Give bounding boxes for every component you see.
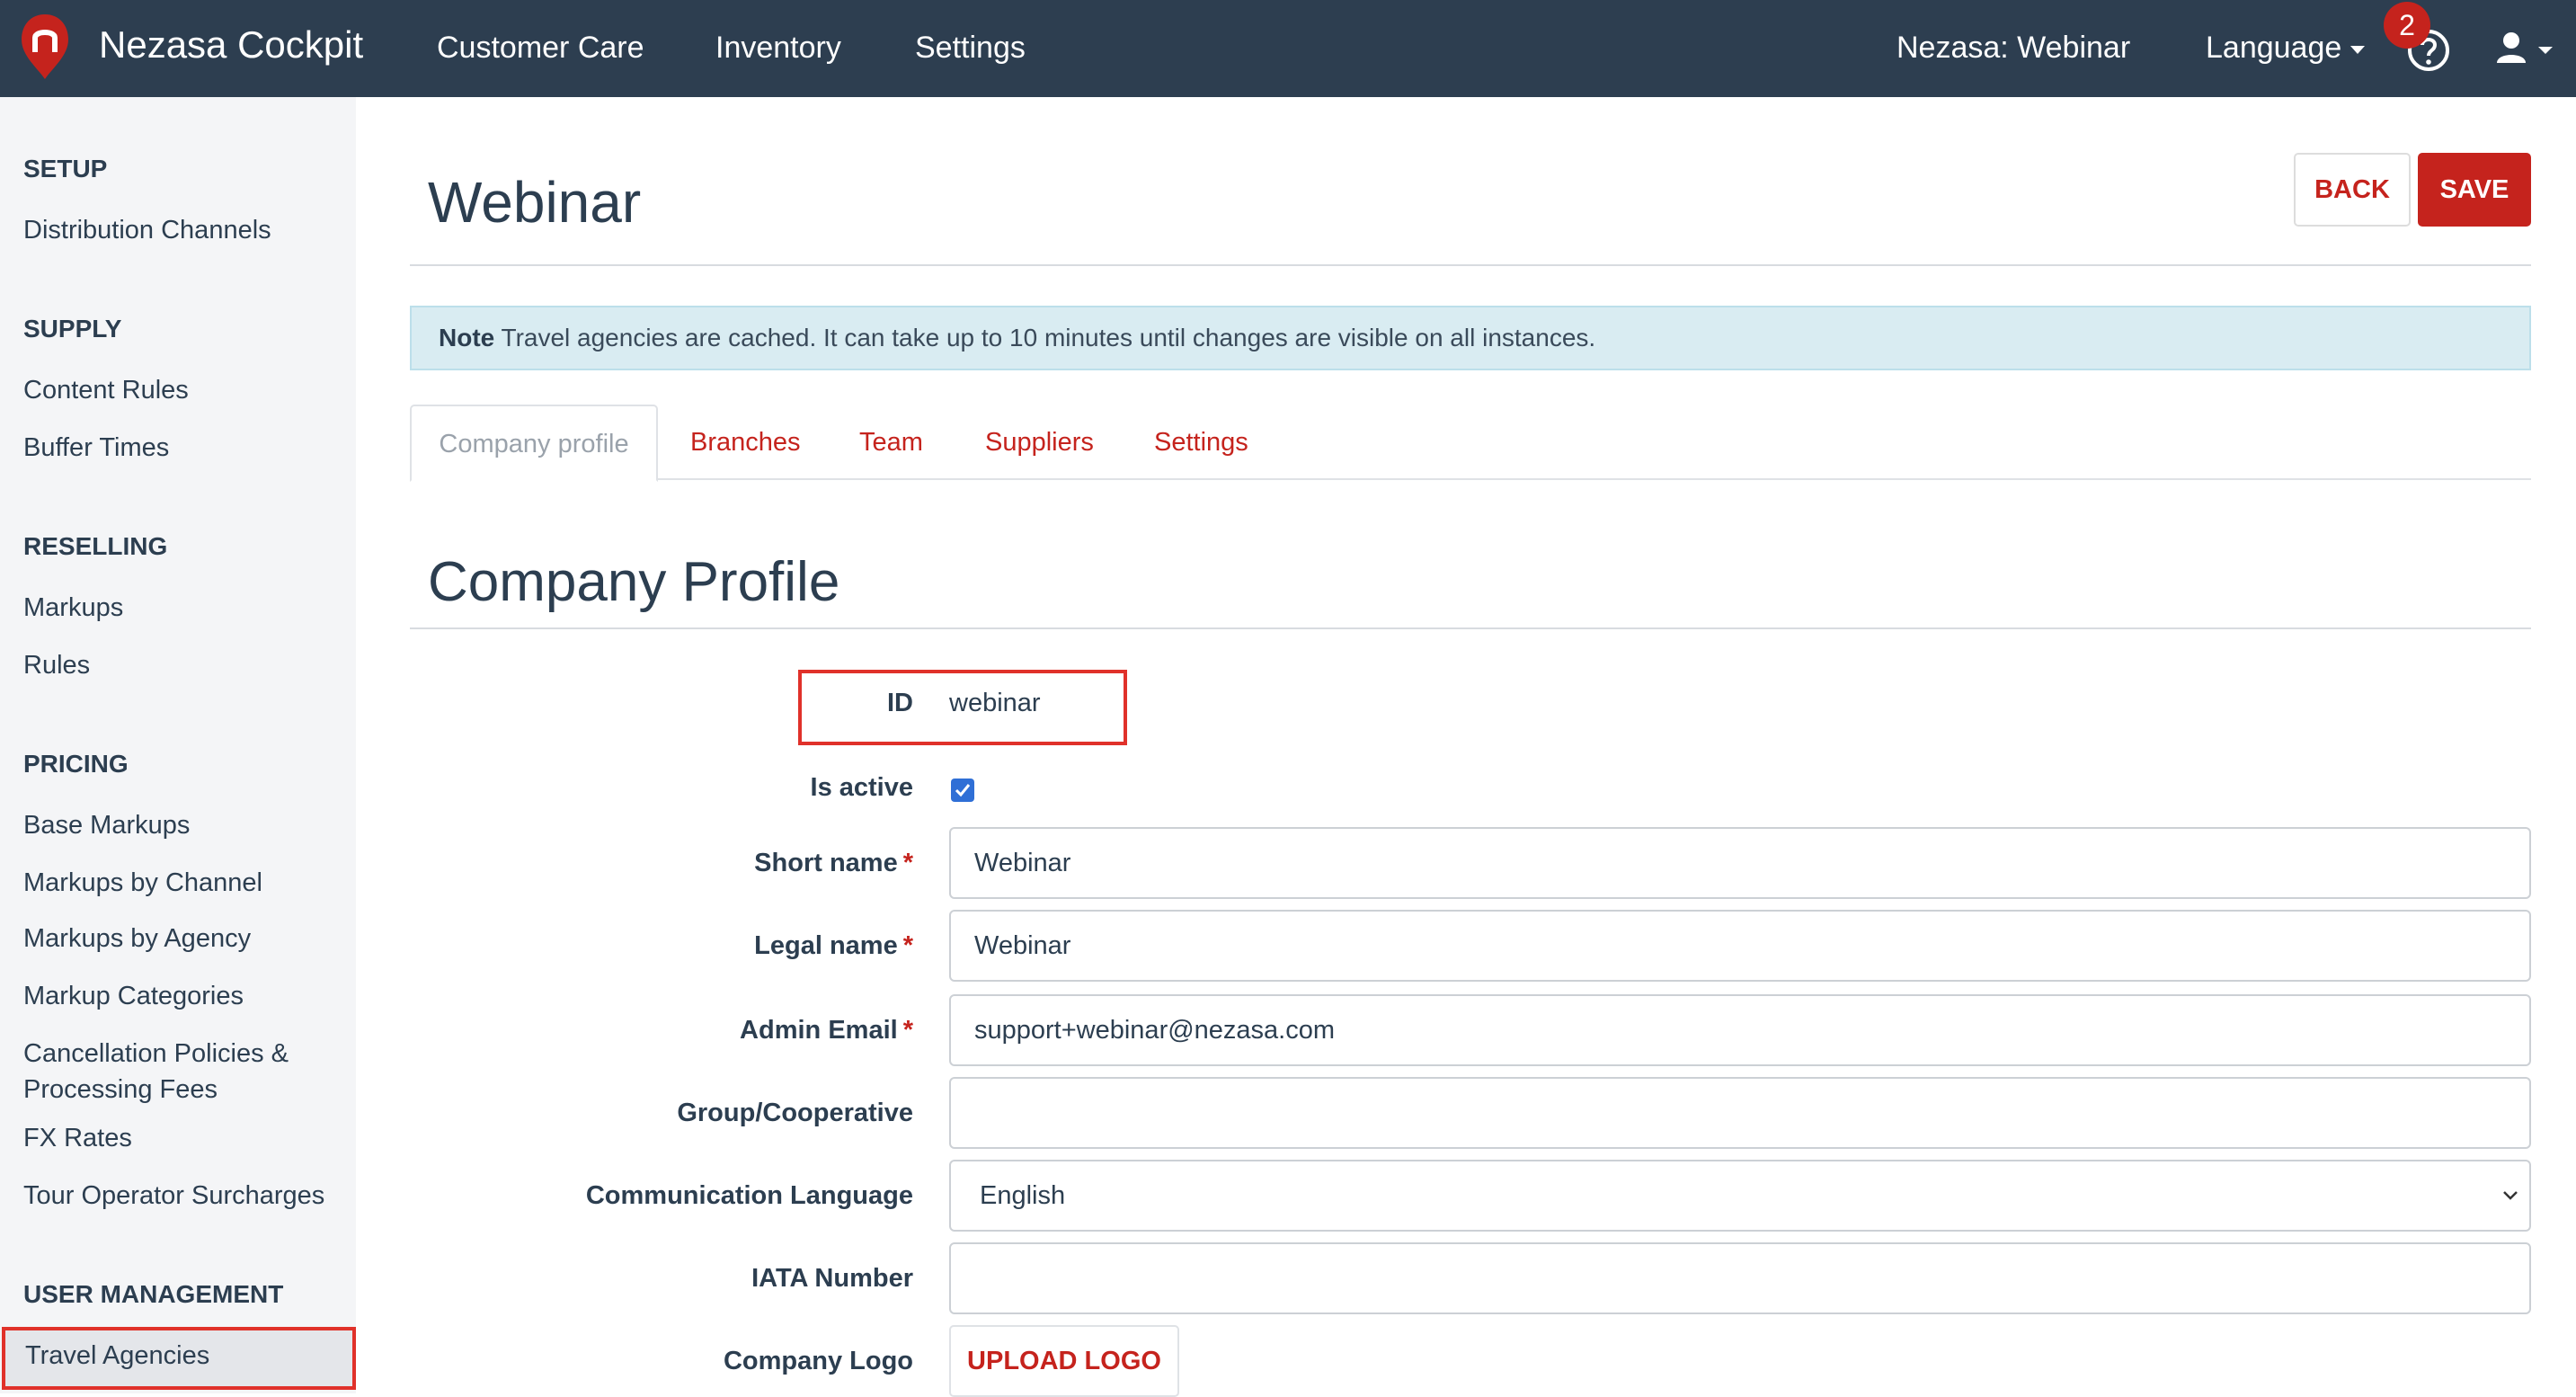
communication-language-label: Communication Language xyxy=(585,1181,913,1210)
chevron-down-icon xyxy=(2503,1191,2518,1200)
id-label: ID xyxy=(887,689,913,717)
short-name-label-text: Short name xyxy=(754,849,898,877)
sidebar-item-fx-rates[interactable]: FX Rates xyxy=(23,1120,132,1156)
sidebar-item-label: Travel Agencies xyxy=(25,1341,210,1370)
legal-name-label: Legal name * xyxy=(754,931,913,961)
sidebar-item-base-markups[interactable]: Base Markups xyxy=(23,807,190,843)
upload-logo-button[interactable]: UPLOAD LOGO xyxy=(949,1325,1179,1397)
cache-note-banner: Note Travel agencies are cached. It can … xyxy=(410,306,2531,370)
sidebar-item-markups[interactable]: Markups xyxy=(23,590,123,626)
sidebar-item-buffer-times[interactable]: Buffer Times xyxy=(23,430,169,466)
short-name-label: Short name * xyxy=(754,849,913,878)
communication-language-select[interactable]: English xyxy=(949,1160,2531,1232)
is-active-label: Is active xyxy=(810,773,913,802)
tab-company-profile[interactable]: Company profile xyxy=(410,405,658,482)
sidebar-heading-supply: SUPPLY xyxy=(23,315,122,343)
legal-name-input[interactable]: Webinar xyxy=(949,910,2531,982)
nav-customer-care[interactable]: Customer Care xyxy=(437,31,644,66)
sidebar-item-content-rules[interactable]: Content Rules xyxy=(23,372,189,408)
sidebar-item-cancellation-line2: Processing Fees xyxy=(23,1075,218,1104)
iata-number-label: IATA Number xyxy=(751,1264,913,1293)
sidebar-item-cancellation-line1: Cancellation Policies & xyxy=(23,1039,289,1068)
sidebar-heading-reselling: RESELLING xyxy=(23,532,168,560)
caret-down-icon xyxy=(2350,45,2366,54)
sidebar-item-rules[interactable]: Rules xyxy=(23,647,90,683)
id-value: webinar xyxy=(949,689,1041,717)
sidebar-item-distribution-channels[interactable]: Distribution Channels xyxy=(23,212,271,248)
legal-name-label-text: Legal name xyxy=(754,931,898,960)
sidebar-item-markup-categories[interactable]: Markup Categories xyxy=(23,978,244,1014)
group-cooperative-input[interactable] xyxy=(949,1077,2531,1149)
brand-title[interactable]: Nezasa Cockpit xyxy=(99,23,363,67)
note-label: Note xyxy=(439,324,495,351)
sidebar-heading-user-management: USER MANAGEMENT xyxy=(23,1280,284,1308)
nav-inventory[interactable]: Inventory xyxy=(715,31,841,66)
sidebar-heading-setup: SETUP xyxy=(23,155,108,182)
communication-language-value: English xyxy=(980,1181,1066,1210)
language-label: Language xyxy=(2206,31,2342,65)
short-name-input[interactable]: Webinar xyxy=(949,827,2531,899)
sidebar-heading-pricing: PRICING xyxy=(23,750,129,778)
tab-bar: Company profile Branches Team Suppliers … xyxy=(410,405,2531,482)
sidebar-item-markups-by-channel[interactable]: Markups by Channel xyxy=(23,865,262,901)
is-active-checkbox[interactable] xyxy=(951,779,974,802)
group-cooperative-label: Group/Cooperative xyxy=(677,1099,913,1127)
top-navbar: Nezasa Cockpit Customer Care Inventory S… xyxy=(0,0,2576,97)
tab-team[interactable]: Team xyxy=(859,405,923,480)
admin-email-label-text: Admin Email xyxy=(740,1016,898,1045)
section-divider xyxy=(410,627,2531,629)
nezasa-logo-icon[interactable] xyxy=(18,13,72,81)
tab-branches[interactable]: Branches xyxy=(690,405,801,480)
sidebar-item-cancellation-policies[interactable]: Cancellation Policies & Processing Fees xyxy=(23,1036,289,1108)
back-button[interactable]: BACK xyxy=(2294,153,2411,227)
user-icon[interactable] xyxy=(2492,31,2554,67)
tab-settings[interactable]: Settings xyxy=(1154,405,1248,480)
sidebar-item-travel-agencies[interactable]: Travel Agencies xyxy=(2,1327,356,1390)
required-marker: * xyxy=(902,1016,913,1045)
nav-settings[interactable]: Settings xyxy=(915,31,1026,66)
required-marker: * xyxy=(902,931,913,960)
checkbox-checked-icon xyxy=(955,784,971,797)
save-button[interactable]: SAVE xyxy=(2418,153,2531,227)
admin-email-label: Admin Email * xyxy=(740,1016,913,1046)
required-marker: * xyxy=(902,849,913,877)
note-text: Travel agencies are cached. It can take … xyxy=(494,324,1596,351)
header-divider xyxy=(410,264,2531,266)
iata-number-input[interactable] xyxy=(949,1242,2531,1314)
notification-badge[interactable]: 2 xyxy=(2384,2,2430,49)
sidebar-item-markups-by-agency[interactable]: Markups by Agency xyxy=(23,921,251,957)
account-name[interactable]: Nezasa: Webinar xyxy=(1896,31,2130,66)
language-dropdown[interactable]: Language xyxy=(2206,31,2366,66)
company-logo-label: Company Logo xyxy=(723,1347,913,1375)
admin-email-input[interactable]: support+webinar@nezasa.com xyxy=(949,994,2531,1066)
sidebar-item-tour-operator-surcharges[interactable]: Tour Operator Surcharges xyxy=(23,1178,324,1214)
page-title: Webinar xyxy=(428,170,642,235)
section-title: Company Profile xyxy=(428,551,840,613)
tab-suppliers[interactable]: Suppliers xyxy=(985,405,1094,480)
